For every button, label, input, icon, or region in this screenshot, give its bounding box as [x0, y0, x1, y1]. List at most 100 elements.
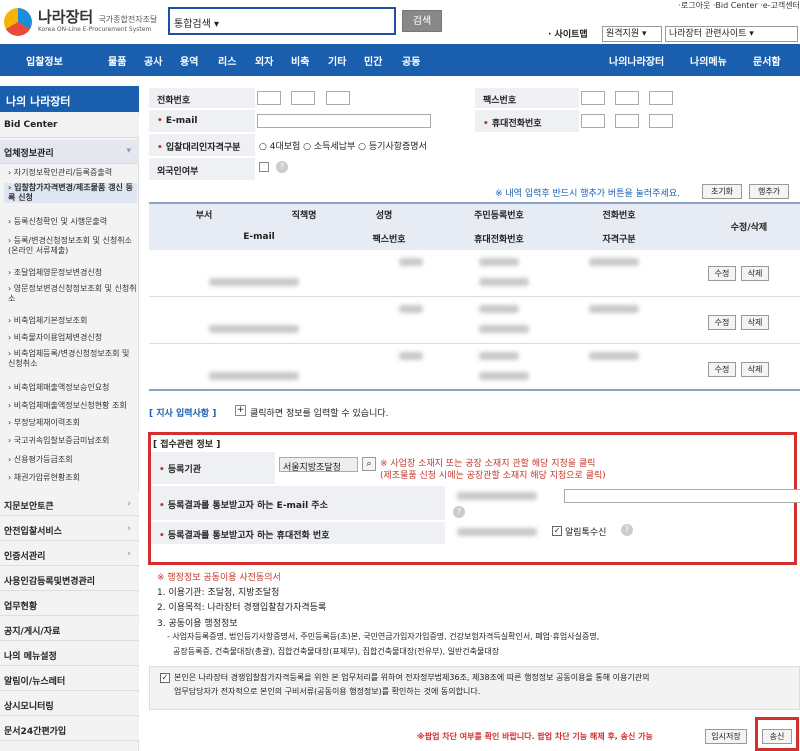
- sidebar-item-notice[interactable]: 공지/게시/자료: [0, 617, 139, 641]
- redacted-cell: [209, 325, 299, 333]
- nav-item-my-narajangter[interactable]: 나의나라장터: [609, 53, 664, 68]
- nav-item-foreign[interactable]: 외자: [255, 53, 273, 68]
- sidebar-item-seal[interactable]: 사용인감등록및변경관리: [0, 567, 139, 591]
- delete-button[interactable]: 삭제: [741, 362, 769, 377]
- sidebar-item-work-status[interactable]: 업무현황: [0, 592, 139, 616]
- sidebar-sub-item-selected[interactable]: › 입찰참가자격변경/제조물품 갱신 등록 신청: [4, 183, 137, 203]
- fax-label: 팩스번호: [475, 88, 579, 108]
- sidebar-sub-item[interactable]: › 조달업체영문정보변경신청: [4, 268, 143, 278]
- receipt-title: [ 접수관련 정보 ]: [153, 440, 221, 450]
- sidebar-sub-item[interactable]: › 비축업체매출액정보승인요청: [4, 383, 143, 393]
- sidebar-item-company-info[interactable]: 업체정보관리 ▾: [0, 140, 139, 164]
- temp-save-button[interactable]: 임시저장: [705, 729, 747, 744]
- redacted-cell: [399, 352, 423, 360]
- related-site-value: 나라장터 관련사이트: [669, 29, 747, 39]
- nav-item-private[interactable]: 민간: [364, 53, 382, 68]
- nav-item-joint[interactable]: 공동: [402, 53, 420, 68]
- sidebar-sub-item[interactable]: › 국고귀속입찰보증금미납조회: [4, 436, 143, 446]
- redacted-cell: [479, 305, 519, 313]
- add-row-button[interactable]: 행추가: [749, 184, 789, 199]
- nav-item-goods[interactable]: 물품: [108, 53, 126, 68]
- radio-4insurance[interactable]: ○ 4대보험: [259, 142, 300, 152]
- radio-registry[interactable]: ○ 등기사항증명서: [358, 142, 427, 152]
- kakao-checkbox[interactable]: ✓: [552, 526, 562, 536]
- agency-field[interactable]: 서울지방조달청: [279, 457, 358, 473]
- sidebar-sub-item[interactable]: › 신용평가등급조회: [4, 455, 143, 465]
- sidebar-sub-item[interactable]: › 등록신청확인 및 시행문출력: [4, 217, 143, 227]
- mobile-field-2[interactable]: [615, 114, 639, 128]
- col-header-position: 직책명: [291, 211, 317, 221]
- col-header-mobile: 휴대전화번호: [474, 235, 524, 245]
- receipt-info-box: [ 접수관련 정보 ] • 등록기관 서울지방조달청 ⌕ ※ 사업장 소재지 또…: [148, 432, 800, 565]
- nav-item-lease[interactable]: 리스: [218, 53, 236, 68]
- sidebar-sub-item[interactable]: › 부정당제재이력조회: [4, 418, 143, 428]
- nav-item-stockpile[interactable]: 비축: [291, 53, 309, 68]
- delete-button[interactable]: 삭제: [741, 266, 769, 281]
- logo[interactable]: 나라장터 국가종합전자조달 Korea ON-Line E-Procuremen…: [4, 6, 164, 38]
- search-button[interactable]: 검색: [402, 10, 442, 32]
- nav-item-construction[interactable]: 공사: [144, 53, 162, 68]
- sitemap-label[interactable]: · 사이트맵: [548, 27, 588, 40]
- redacted-cell: [479, 278, 529, 286]
- sidebar-item-bid-center[interactable]: Bid Center: [0, 114, 139, 138]
- phone-field-1[interactable]: [257, 91, 281, 105]
- sidebar-sub-item[interactable]: › 채권가압류현황조회: [4, 473, 143, 483]
- sidebar-item-menu-setting[interactable]: 나의 메뉴설정: [0, 642, 139, 666]
- phone-field-2[interactable]: [291, 91, 315, 105]
- add-row-notice: ※ 내역 입력후 반드시 행추가 버튼을 눌러주세요.: [495, 189, 680, 199]
- fax-field-1[interactable]: [581, 91, 605, 105]
- sidebar-sub-item[interactable]: › 비축물자이용업체변경신청: [4, 333, 143, 343]
- consent-checkbox[interactable]: ✓: [160, 673, 170, 683]
- send-button[interactable]: 송신: [762, 729, 792, 744]
- sidebar-sub-item[interactable]: › 자기정보확인관리/등록증출력: [4, 168, 143, 178]
- nav-item-bid-info[interactable]: 입찰정보: [26, 53, 63, 68]
- sidebar-item-safe-bid[interactable]: 안전입찰서비스 ›: [0, 517, 139, 541]
- sidebar-sub-item[interactable]: › 영문정보변경신청정보조회 및 신청취소: [4, 284, 137, 304]
- search-box[interactable]: 통합검색 ▾: [168, 7, 396, 35]
- chevron-down-icon: ▾: [214, 19, 220, 30]
- help-icon[interactable]: ?: [276, 161, 288, 173]
- reset-button[interactable]: 초기화: [702, 184, 742, 199]
- nav-item-service[interactable]: 용역: [180, 53, 198, 68]
- col-header-department: 부서: [195, 211, 213, 221]
- nav-item-my-menu[interactable]: 나의메뉴: [690, 53, 727, 68]
- mobile-field-3[interactable]: [649, 114, 673, 128]
- edit-button[interactable]: 수정: [708, 315, 736, 330]
- email-field[interactable]: [257, 114, 431, 128]
- agency-note-2: (제조물품 신청 시에는 공장관할 소재지 해당 지청으로 클릭): [380, 471, 606, 481]
- sidebar-item-monitoring[interactable]: 상시모니터링: [0, 692, 139, 716]
- nav-item-etc[interactable]: 기타: [328, 53, 346, 68]
- related-site-select[interactable]: 나라장터 관련사이트 ▾: [665, 26, 798, 42]
- notify-mobile-label-text: 등록결과를 통보받고자 하는 휴대전화 번호: [167, 531, 330, 541]
- remote-support-select[interactable]: 원격지원 ▾: [602, 26, 662, 42]
- delete-button[interactable]: 삭제: [741, 315, 769, 330]
- top-links[interactable]: ·로그아웃 ·Bid Center ·e-고객센터: [560, 0, 800, 12]
- help-icon[interactable]: ?: [453, 506, 465, 518]
- foreigner-checkbox[interactable]: [259, 162, 269, 172]
- email-label-text: E-mail: [165, 116, 198, 126]
- sidebar-item-label: 안전입찰서비스: [4, 527, 62, 537]
- sidebar-item-certificate[interactable]: 인증서관리 ›: [0, 542, 139, 566]
- sidebar-sub-item[interactable]: › 비축업체기본정보조회: [4, 316, 143, 326]
- edit-button[interactable]: 수정: [708, 266, 736, 281]
- fax-field-2[interactable]: [615, 91, 639, 105]
- edit-button[interactable]: 수정: [708, 362, 736, 377]
- nav-item-document-box[interactable]: 문서함: [753, 53, 781, 68]
- sidebar-item-fingerprint-token[interactable]: 지문보안토큰 ›: [0, 492, 139, 516]
- phone-label: 전화번호: [149, 88, 255, 108]
- search-icon[interactable]: ⌕: [362, 457, 376, 471]
- radio-tax[interactable]: ○ 소득세납부: [303, 142, 355, 152]
- mobile-field-1[interactable]: [581, 114, 605, 128]
- sidebar-sub-item[interactable]: › 등록/변경신청정보조회 및 신청취소(온라인 서류제출): [4, 236, 137, 256]
- sidebar-sub-item[interactable]: › 비축업체등록/변경신청정보조회 및 신청취소: [4, 349, 137, 369]
- sidebar-item-label: 지문보안토큰: [4, 502, 54, 512]
- notify-email-field[interactable]: [564, 489, 800, 503]
- help-icon[interactable]: ?: [621, 524, 633, 536]
- sidebar-sub-item[interactable]: › 비축업체매출액정보신청현황 조회: [4, 401, 137, 411]
- phone-field-3[interactable]: [326, 91, 350, 105]
- sidebar-item-doc24[interactable]: 문서24간편가입: [0, 717, 139, 741]
- sidebar-item-newsletter[interactable]: 알림이/뉴스레터: [0, 667, 139, 691]
- fax-field-3[interactable]: [649, 91, 673, 105]
- expand-plus-icon[interactable]: +: [235, 405, 246, 416]
- search-select[interactable]: 통합검색 ▾: [174, 15, 219, 30]
